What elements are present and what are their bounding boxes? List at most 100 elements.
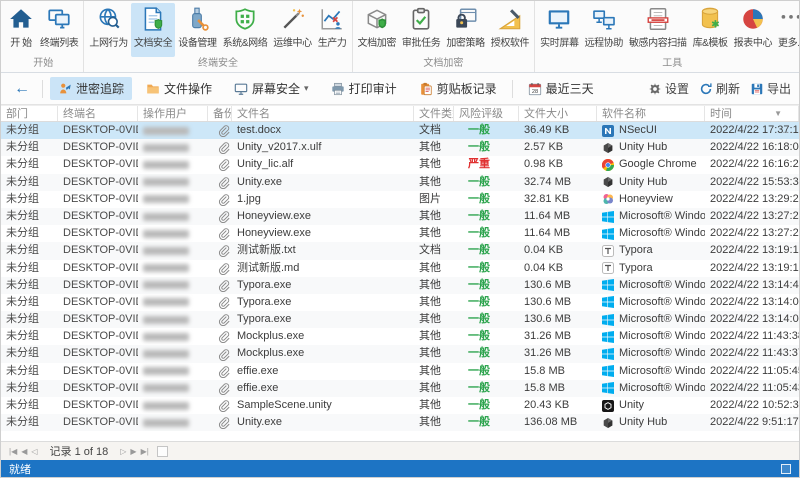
subtab-leak-trace[interactable]: 泄密追踪: [50, 77, 133, 100]
software-name: Typora: [619, 261, 653, 274]
pager-next-button-0[interactable]: ▷: [118, 447, 128, 456]
header-cell-4[interactable]: 文件名: [232, 106, 414, 121]
table-row[interactable]: 未分组 DESKTOP-0VIDMDJ Honeyview.exe 其他 一般 11.64…: [1, 225, 799, 242]
cell-software: Microsoft® Windows® Oper...: [597, 277, 705, 294]
cell-file-type: 其他: [419, 175, 441, 188]
refresh-button[interactable]: 刷新: [699, 80, 740, 97]
operator-redacted: [143, 332, 189, 341]
table-row[interactable]: 未分组 DESKTOP-0VIDMDJ Unity.exe 其他 一般 136.08 MB…: [1, 414, 799, 432]
cell-terminal: DESKTOP-0VIDMDJ: [63, 364, 138, 377]
cell-terminal: DESKTOP-0VIDMDJ: [63, 381, 138, 394]
cell-file-type: 其他: [419, 347, 441, 360]
subtab-print-audit[interactable]: 打印审计: [323, 77, 405, 100]
ribbon-item-web-behavior[interactable]: 上网行为: [86, 3, 130, 57]
ribbon-item-realtime-screen[interactable]: 实时屏幕: [537, 3, 581, 57]
pager-nav-right: ▷ ▶ ▶|: [118, 446, 151, 457]
ribbon-item-approval-tasks[interactable]: 审批任务: [399, 3, 443, 57]
table-body: 未分组DESKTOP-0VIDMDJtest.docx文档一般36.49 KBN…: [1, 122, 799, 432]
print-audit-icon: [331, 82, 345, 96]
subtab-label: 打印审计: [348, 82, 397, 96]
cell-risk-level: 一般: [468, 399, 490, 411]
header-cell-5[interactable]: 文件类型: [414, 106, 454, 121]
paperclip-icon: [213, 382, 230, 395]
cell-risk-level: 一般: [468, 175, 490, 188]
ribbon-item-doc-security[interactable]: 文档安全: [130, 3, 176, 57]
subtab-file-ops[interactable]: 文件操作: [138, 77, 220, 100]
table-row[interactable]: 未分组 DESKTOP-0VIDMDJ Unity_lic.alf 其他 严重 0.98 …: [1, 156, 799, 173]
ribbon-item-productivity[interactable]: 生产力: [315, 3, 350, 57]
header-cell-2[interactable]: 操作用户: [138, 106, 208, 121]
ribbon-item-device-manage[interactable]: 设备管理: [175, 3, 219, 57]
cell-backup: [208, 122, 232, 139]
ribbon-item-report-center[interactable]: 报表中心: [731, 3, 775, 57]
cell-file-type: 其他: [419, 158, 441, 171]
table-row[interactable]: 未分组 DESKTOP-0VIDMDJ Honeyview.exe 其他 一般 11.64…: [1, 207, 799, 226]
pager-next-button-2[interactable]: ▶|: [139, 447, 151, 456]
header-cell-9[interactable]: 时间 ▼: [705, 106, 799, 121]
pager-prev-button-0[interactable]: |◀: [7, 447, 19, 456]
ribbon-item-remote-assist[interactable]: 远程协助: [582, 3, 626, 57]
table-row[interactable]: 未分组 DESKTOP-0VIDMDJ SampleScene.unity 其他 一般 2…: [1, 397, 799, 414]
cell-operator: [138, 139, 208, 156]
table-row[interactable]: 未分组 DESKTOP-0VIDMDJ 1.jpg 图片 一般 32.81 KB Honey…: [1, 191, 799, 208]
pager-next-button-1[interactable]: ▶: [128, 447, 138, 456]
table-row[interactable]: 未分组 DESKTOP-0VIDMDJ Unity.exe 其他 一般 32.74 MB U…: [1, 173, 799, 191]
cell-backup: [208, 397, 232, 414]
ribbon-item-sensitive-scan[interactable]: 敏感内容扫描: [626, 3, 690, 57]
subtab-clipboard-record[interactable]: 剪贴板记录: [411, 77, 505, 100]
export-button[interactable]: 导出: [750, 80, 791, 97]
table-row[interactable]: 未分组 DESKTOP-0VIDMDJ Unity_v2017.x.ulf 其他 一般 2…: [1, 139, 799, 157]
header-cell-3[interactable]: 备份: [208, 106, 232, 121]
header-cell-6[interactable]: 风险评级: [454, 106, 519, 121]
ribbon-item-authorized-software[interactable]: 授权软件: [488, 3, 532, 57]
ribbon-group-label: 开始: [33, 58, 54, 69]
pager-prev-button-1[interactable]: ◀: [19, 447, 29, 456]
subtoolbar-actions: 设置 刷新 导出: [648, 80, 791, 97]
pager-prev-button-2[interactable]: ◁: [29, 447, 39, 456]
table-row[interactable]: 未分组 DESKTOP-0VIDMDJ Typora.exe 其他 一般 130.6 MB…: [1, 311, 799, 329]
ribbon-group-1: 上网行为 文档安全 设备管理 系统&网络 运维中心 生产力 终端安全: [84, 1, 353, 72]
pager-extra-button[interactable]: [156, 445, 168, 457]
ribbon-item-label: 库&模板: [692, 38, 728, 49]
cell-backup: [208, 225, 232, 242]
software-name: Unity Hub: [619, 141, 668, 154]
table-row[interactable]: 未分组 DESKTOP-0VIDMDJ test.docx 文档 一般 36.49 KB N…: [1, 122, 799, 140]
cell-file-size: 15.8 MB: [524, 364, 565, 377]
header-label: 文件名: [237, 108, 270, 120]
approval-icon: [408, 6, 434, 32]
date-filter-button[interactable]: 28 最近三天: [520, 77, 602, 100]
table-row[interactable]: 未分组 DESKTOP-0VIDMDJ Mockplus.exe 其他 一般 31.26 …: [1, 328, 799, 345]
paperclip-icon: [213, 296, 230, 309]
header-cell-0[interactable]: 部门: [1, 106, 58, 121]
nsecui-icon: [602, 124, 614, 137]
table-row[interactable]: 未分组 DESKTOP-0VIDMDJ Mockplus.exe 其他 一般 31.26 …: [1, 345, 799, 363]
table-row[interactable]: 未分组 DESKTOP-0VIDMDJ effie.exe 其他 一般 15.8 MB Mi…: [1, 363, 799, 380]
ribbon-item-ops-center[interactable]: 运维中心: [270, 3, 314, 57]
ribbon-item-doc-encrypt[interactable]: 文档加密: [355, 3, 399, 57]
ribbon-item-more[interactable]: 更多...: [775, 3, 799, 57]
table-row[interactable]: 未分组 DESKTOP-0VIDMDJ Typora.exe 其他 一般 130.6 MB…: [1, 294, 799, 311]
cell-file-name: 1.jpg: [237, 192, 261, 205]
header-cell-1[interactable]: 终端名: [58, 106, 138, 121]
cell-file-size: 0.98 KB: [524, 158, 564, 171]
settings-button[interactable]: 设置: [648, 80, 689, 97]
ribbon-item-terminal-list[interactable]: 终端列表: [37, 3, 81, 57]
cell-file-size: 32.74 MB: [524, 175, 572, 188]
ribbon-item-system-network[interactable]: 系统&网络: [220, 3, 271, 57]
cell-terminal: DESKTOP-0VIDMDJ: [63, 124, 138, 136]
table-row[interactable]: 未分组 DESKTOP-0VIDMDJ 测试新版.md 其他 一般 0.04 KB Typo…: [1, 260, 799, 277]
table-row[interactable]: 未分组 DESKTOP-0VIDMDJ 测试新版.txt 文档 一般 0.04 KB Typ…: [1, 242, 799, 260]
cell-operator: [138, 260, 208, 277]
table-row[interactable]: 未分组 DESKTOP-0VIDMDJ Typora.exe 其他 一般 130.6 MB…: [1, 276, 799, 294]
header-cell-8[interactable]: 软件名称: [597, 106, 705, 121]
back-button[interactable]: ←: [9, 78, 35, 100]
ribbon-item-library-template[interactable]: 库&模板: [690, 3, 731, 57]
row-actions-button[interactable]: ...: [783, 122, 794, 139]
ribbon-item-encrypt-policy[interactable]: 加密策略: [443, 3, 487, 57]
header-cell-7[interactable]: 文件大小: [519, 106, 597, 121]
cell-file-size: 31.26 MB: [524, 330, 572, 343]
ribbon-item-home[interactable]: 开 始: [5, 3, 37, 57]
table-row[interactable]: 未分组 DESKTOP-0VIDMDJ effie.exe 其他 一般 15.8 MB Mi…: [1, 379, 799, 397]
sort-indicator-icon[interactable]: ▼: [774, 106, 782, 121]
subtab-screen-security[interactable]: 屏幕安全 ▾: [226, 77, 317, 100]
